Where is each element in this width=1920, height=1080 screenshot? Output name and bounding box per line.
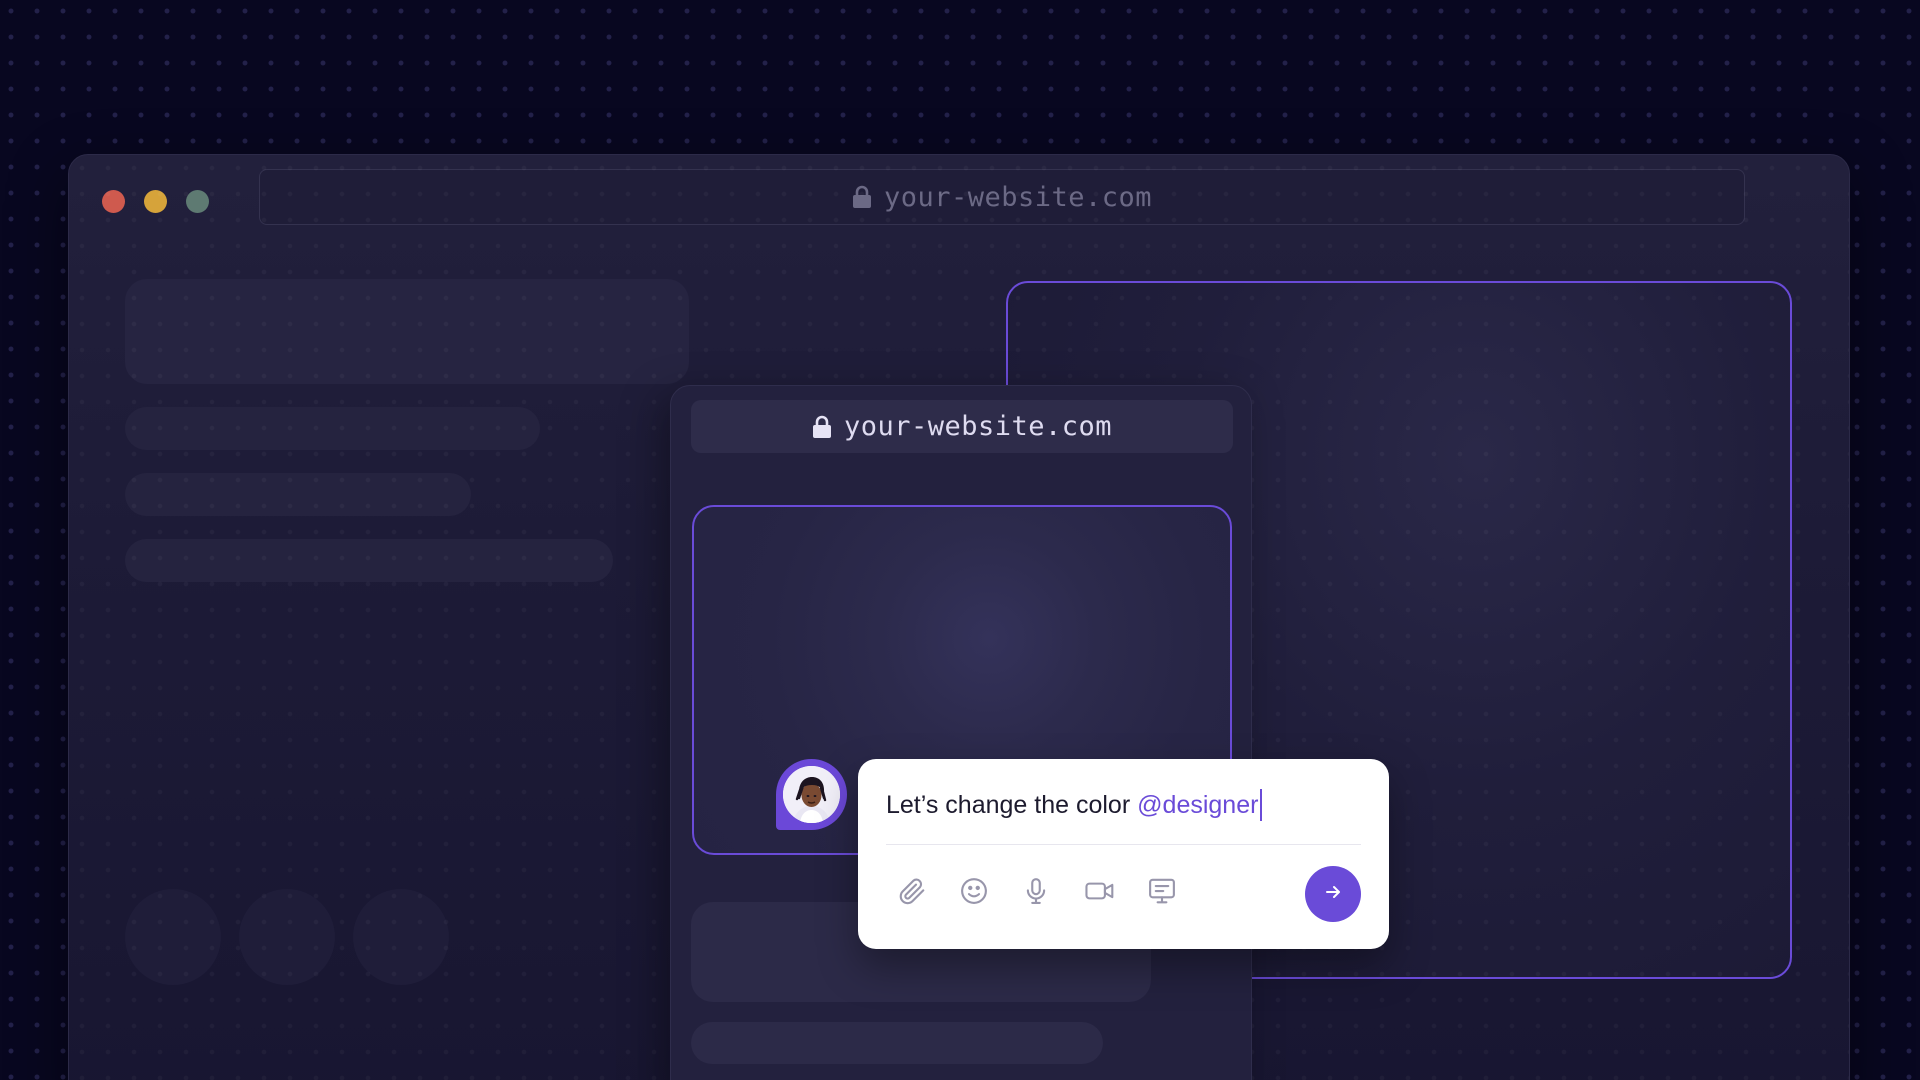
smiley-icon[interactable]	[954, 871, 994, 911]
placeholder-line	[125, 473, 471, 516]
maximize-window-button[interactable]	[186, 190, 209, 213]
close-window-button[interactable]	[102, 190, 125, 213]
placeholder-line	[125, 539, 613, 582]
lock-icon	[852, 185, 872, 209]
address-bar-url: your-website.com	[883, 181, 1153, 213]
placeholder-circle	[239, 889, 335, 985]
placeholder-circle	[125, 889, 221, 985]
paperclip-icon[interactable]	[892, 871, 932, 911]
avatar-photo	[783, 766, 840, 823]
video-camera-icon[interactable]	[1080, 871, 1120, 911]
address-bar[interactable]: your-website.com	[259, 169, 1745, 225]
placeholder-circle	[353, 889, 449, 985]
inner-address-bar-url: your-website.com	[843, 411, 1113, 442]
message-input[interactable]: Let’s change the color @designer	[886, 789, 1263, 821]
inner-address-bar[interactable]: your-website.com	[691, 400, 1233, 453]
inner-browser-window: your-website.com	[670, 385, 1252, 1080]
arrow-right-icon	[1323, 882, 1343, 907]
placeholder-block	[125, 279, 689, 384]
divider	[886, 844, 1361, 845]
placeholder-line	[125, 407, 540, 450]
send-button[interactable]	[1305, 866, 1361, 922]
placeholder-line	[691, 1022, 1103, 1064]
lock-icon	[812, 415, 832, 439]
text-caret	[1260, 789, 1263, 821]
minimize-window-button[interactable]	[144, 190, 167, 213]
chat-composer: Let’s change the color @designer	[858, 759, 1389, 949]
screen-share-icon[interactable]	[1142, 871, 1182, 911]
microphone-icon[interactable]	[1016, 871, 1056, 911]
mention-tag[interactable]: @designer	[1137, 791, 1258, 820]
user-avatar[interactable]	[776, 759, 847, 830]
message-text: Let’s change the color	[886, 790, 1131, 819]
